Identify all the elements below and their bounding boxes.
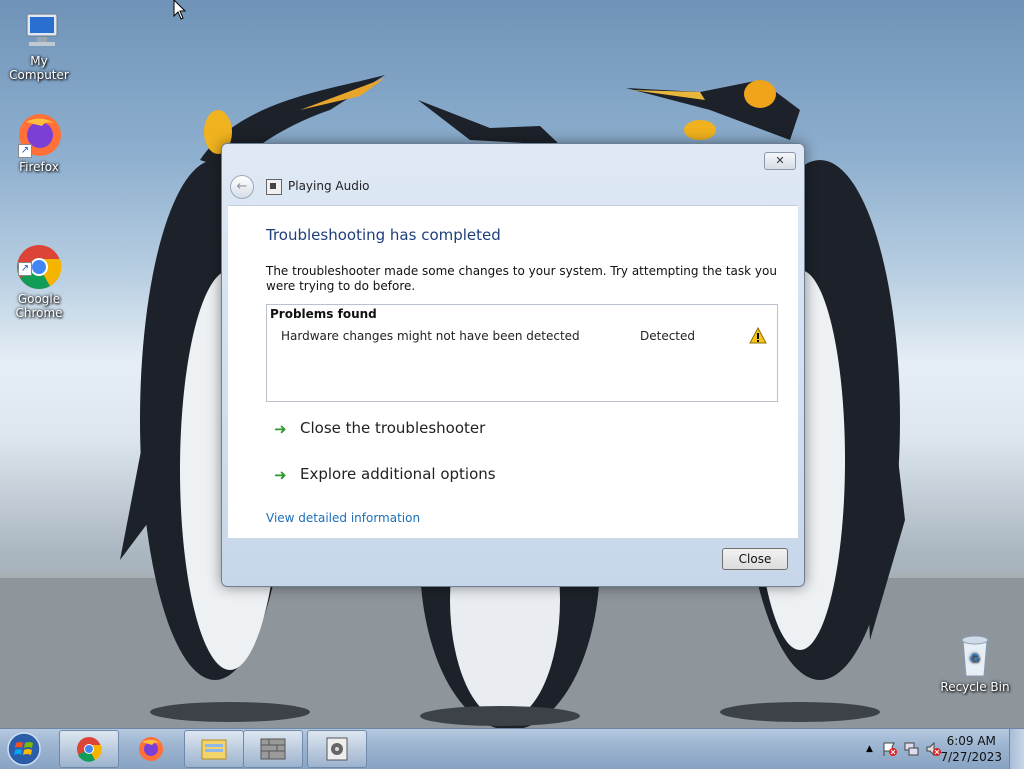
system-tray: ▲ 6:09 AM 7/27/2023	[834, 729, 1024, 769]
dialog-nav-bar: ← Playing Audio	[228, 174, 798, 200]
volume-muted-icon[interactable]	[926, 742, 941, 756]
chrome-icon: ↗	[16, 230, 62, 289]
back-button[interactable]: ←	[230, 175, 254, 199]
taskbar-troubleshooter-button[interactable]	[307, 730, 367, 768]
green-arrow-icon: ➜	[274, 420, 287, 438]
close-icon: ✕	[775, 154, 785, 167]
desktop-icon-label: Google Chrome	[15, 292, 63, 320]
dialog-title: Playing Audio	[288, 179, 370, 193]
action-label: Explore additional options	[300, 465, 496, 483]
problem-row[interactable]: Hardware changes might not have been det…	[267, 327, 777, 347]
show-desktop-button[interactable]	[1009, 729, 1024, 769]
shortcut-arrow-icon: ↗	[18, 144, 32, 158]
svg-text:♻: ♻	[969, 651, 980, 665]
desktop-icon-label: Firefox	[19, 160, 59, 174]
action-label: Close the troubleshooter	[300, 419, 486, 437]
computer-icon	[17, 10, 61, 52]
mouse-cursor-icon	[173, 0, 187, 20]
problem-status: Detected	[640, 329, 696, 343]
windows-logo-icon	[7, 732, 41, 766]
desktop-icon-my-computer[interactable]: My Computer	[0, 10, 78, 82]
problems-list: Problems found Hardware changes might no…	[266, 304, 778, 402]
warning-icon	[749, 327, 767, 344]
problem-name: Hardware changes might not have been det…	[281, 329, 580, 343]
clock-date: 7/27/2023	[940, 750, 1002, 764]
taskbar-firewall-button[interactable]	[243, 730, 303, 768]
firefox-icon	[139, 737, 163, 761]
start-button[interactable]	[4, 731, 44, 767]
taskbar-chrome-button[interactable]	[59, 730, 119, 768]
troubleshooter-icon	[326, 737, 348, 761]
problems-header: Problems found	[270, 307, 377, 321]
troubleshooter-icon	[266, 179, 282, 195]
shortcut-arrow-icon: ↗	[18, 262, 32, 276]
firewall-icon	[260, 738, 286, 760]
dialog-content: Troubleshooting has completed The troubl…	[228, 205, 798, 538]
clock-time: 6:09 AM	[946, 734, 996, 748]
chrome-icon	[77, 737, 102, 762]
network-icon[interactable]	[904, 742, 919, 756]
recycle-bin-icon: ♻	[957, 632, 993, 678]
desktop-icon-firefox[interactable]: ↗ Firefox	[0, 112, 78, 174]
troubleshooter-dialog: ✕ ← Playing Audio Troubleshooting has co…	[221, 143, 805, 587]
folder-icon	[201, 739, 227, 760]
view-detailed-information-link[interactable]: View detailed information	[266, 511, 420, 525]
close-button[interactable]: Close	[722, 548, 788, 570]
taskbar-firefox-button[interactable]	[121, 730, 181, 768]
desktop-icon-recycle-bin[interactable]: ♻ Recycle Bin	[936, 632, 1014, 694]
clock[interactable]: 6:09 AM 7/27/2023	[940, 733, 1002, 765]
page-heading: Troubleshooting has completed	[266, 226, 501, 244]
action-center-icon[interactable]	[882, 742, 897, 756]
firefox-icon: ↗	[16, 112, 62, 158]
taskbar-explorer-button[interactable]	[184, 730, 244, 768]
green-arrow-icon: ➜	[274, 466, 287, 484]
desktop-icon-label: My Computer	[9, 54, 69, 82]
show-hidden-icons-icon[interactable]: ▲	[862, 742, 877, 756]
desktop-icon-chrome[interactable]: ↗ Google Chrome	[0, 216, 78, 320]
window-close-button[interactable]: ✕	[764, 152, 796, 170]
page-description: The troubleshooter made some changes to …	[266, 264, 777, 293]
desktop-icon-label: Recycle Bin	[940, 680, 1010, 694]
taskbar: ▲ 6:09 AM 7/27/2023	[0, 728, 1024, 769]
back-arrow-icon: ←	[236, 179, 248, 194]
